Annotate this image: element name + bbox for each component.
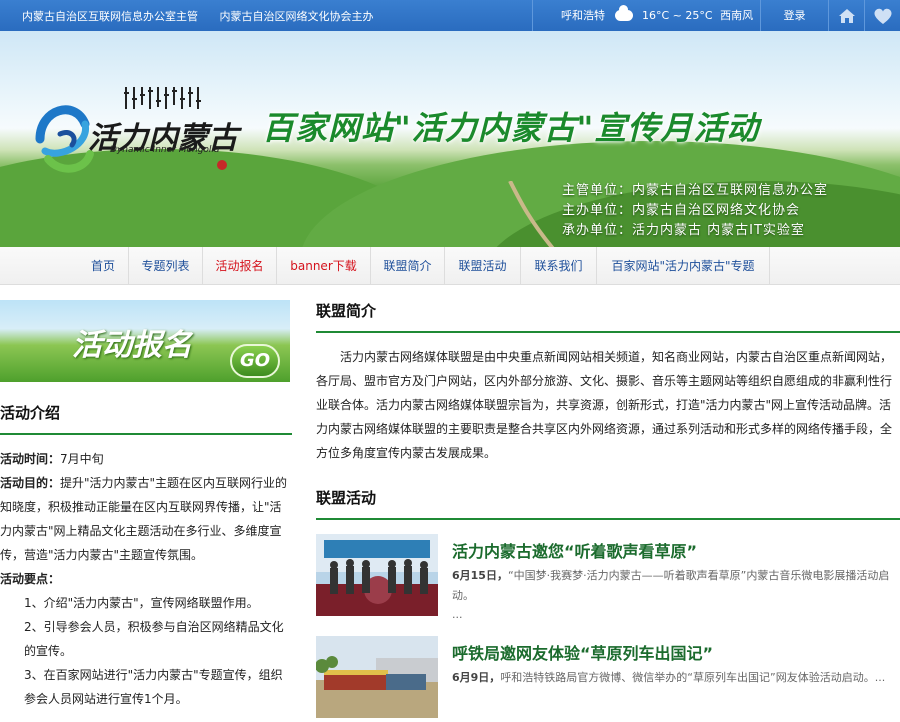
- news-headline[interactable]: 活力内蒙古邀您“听着歌声看草原”: [452, 538, 697, 562]
- sponsors: 内蒙古自治区互联网信息办公室主管 内蒙古自治区网络文化协会主办: [22, 8, 392, 24]
- nav-home[interactable]: 首页: [78, 247, 128, 285]
- points-label-text: 活动要点：: [0, 572, 61, 586]
- banner-slogan: 百家网站"活力内蒙古"宣传月活动: [262, 109, 760, 147]
- weather-widget: 呼和浩特 16°C ~ 25°C 西南风: [532, 0, 760, 31]
- about-body: 活力内蒙古网络媒体联盟是由中央重点新闻网站相关频道，知名商业网站，内蒙古自治区重…: [316, 350, 893, 460]
- nav-about[interactable]: 联盟简介: [370, 247, 444, 285]
- news-desc-text: 呼和浩特铁路局官方微博、微信举办的“草原列车出国记”网友体验活动启动。...: [500, 671, 886, 684]
- right-column: 联盟简介 活力内蒙古网络媒体联盟是由中央重点新闻网站相关频道，知名商业网站，内蒙…: [316, 300, 900, 722]
- signup-banner[interactable]: 活动报名 GO: [0, 300, 290, 382]
- logo-english: Dynamic Inner Mongolia: [110, 145, 220, 155]
- mongolian-script-icon: [124, 87, 201, 109]
- news-photo-concert[interactable]: [316, 534, 438, 616]
- org-supervisor: 主管单位：内蒙古自治区互联网信息办公室: [562, 183, 829, 198]
- nav-special-topic[interactable]: 百家网站"活力内蒙古"专题: [596, 247, 770, 285]
- news-desc: 6月15日，“中国梦·我赛梦·活力内蒙古——听着歌声看草原”内蒙古音乐微电影展播…: [452, 566, 898, 606]
- org-host: 主办单位：内蒙古自治区网络文化协会: [562, 203, 801, 218]
- heart-icon[interactable]: [864, 0, 900, 31]
- nav-banner-download[interactable]: banner下载: [276, 247, 370, 285]
- intro-title: 活动介绍: [0, 402, 292, 435]
- road-icon: [508, 181, 555, 247]
- main-nav: 首页 专题列表 活动报名 banner下载 联盟简介 联盟活动 联系我们 百家网…: [0, 247, 900, 285]
- cloud-icon: [614, 4, 633, 21]
- intro-time: 活动时间：7月中旬: [0, 447, 292, 471]
- nav-topics[interactable]: 专题列表: [128, 247, 202, 285]
- weather-wind: 西南风: [720, 9, 754, 22]
- activities-title: 联盟活动: [316, 487, 900, 520]
- weather-city: 呼和浩特: [561, 9, 605, 22]
- points-label: 活动要点：: [0, 567, 292, 591]
- top-bar: 内蒙古自治区互联网信息办公室主管 内蒙古自治区网络文化协会主办 呼和浩特 16°…: [0, 0, 900, 31]
- news-more[interactable]: ...: [452, 608, 463, 621]
- point-3: 3、在百家网站进行"活力内蒙古"专题宣传，组织参会人员网站进行宣传1个月。: [24, 668, 283, 706]
- news-photo-train[interactable]: [316, 636, 438, 718]
- point-1: 1、介绍"活力内蒙古"，宣传网络联盟作用。: [24, 596, 259, 610]
- point-2: 2、引导参会人员，积极参与自治区网络精品文化的宣传。: [24, 620, 284, 658]
- nav-signup[interactable]: 活动报名: [202, 247, 276, 285]
- news-desc: 6月9日，呼和浩特铁路局官方微博、微信举办的“草原列车出国记”网友体验活动启动。…: [452, 668, 898, 688]
- nav-contact[interactable]: 联系我们: [520, 247, 596, 285]
- time-value: 7月中旬: [60, 452, 104, 466]
- banner: 活力内蒙古 Dynamic Inner Mongolia 百家网站"活力内蒙古"…: [0, 31, 900, 247]
- weather-temp: 16°C ~ 25°C: [642, 9, 713, 22]
- intro-body: 活动时间：7月中旬 活动目的：提升"活力内蒙古"主题在区内互联网行业的知晓度，积…: [0, 435, 292, 711]
- goal-label: 活动目的：: [0, 476, 61, 490]
- home-icon[interactable]: [828, 0, 864, 31]
- signup-label: 活动报名: [72, 328, 192, 363]
- nav-activities[interactable]: 联盟活动: [444, 247, 520, 285]
- time-label: 活动时间：: [0, 452, 61, 466]
- sponsor-1: 内蒙古自治区互联网信息办公室主管: [22, 10, 198, 23]
- news-item: 呼铁局邀网友体验“草原列车出国记” 6月9日，呼和浩特铁路局官方微博、微信举办的…: [316, 636, 900, 722]
- news-date: 6月9日，: [452, 671, 501, 684]
- news-date: 6月15日，: [452, 569, 508, 582]
- about-title: 联盟简介: [316, 300, 900, 333]
- go-button[interactable]: GO: [230, 344, 280, 378]
- news-headline[interactable]: 呼铁局邀网友体验“草原列车出国记”: [452, 640, 713, 664]
- intro-goal: 活动目的：提升"活力内蒙古"主题在区内互联网行业的知晓度，积极推动正能量在区内互…: [0, 471, 292, 567]
- sponsor-2: 内蒙古自治区网络文化协会主办: [219, 10, 374, 23]
- news-item: 活力内蒙古邀您“听着歌声看草原” 6月15日，“中国梦·我赛梦·活力内蒙古——听…: [316, 534, 900, 621]
- org-organizer: 承办单位：活力内蒙古 内蒙古IT实验室: [562, 223, 805, 238]
- left-column: 活动报名 GO 活动介绍 活动时间：7月中旬 活动目的：提升"活力内蒙古"主题在…: [0, 300, 292, 711]
- news-desc-text: “中国梦·我赛梦·活力内蒙古——听着歌声看草原”内蒙古音乐微电影展播活动启动。: [452, 569, 890, 602]
- login-link[interactable]: 登录: [760, 0, 828, 31]
